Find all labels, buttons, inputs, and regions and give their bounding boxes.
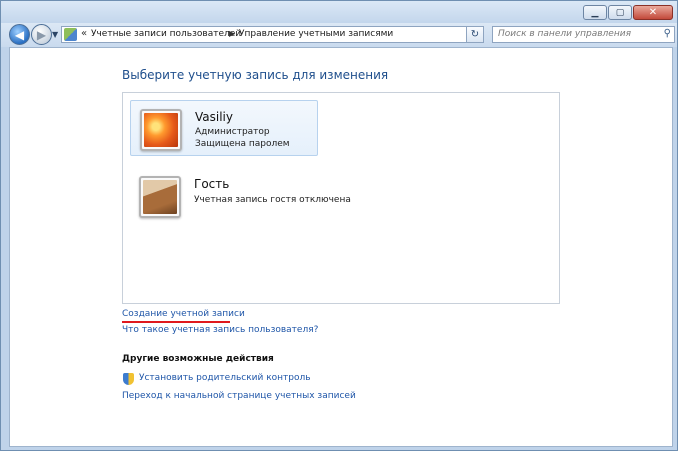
- close-icon: ✕: [648, 7, 658, 18]
- navigation-bar: ◀ ▶ ▼ « Учетные записи пользователей ▶ У…: [1, 23, 677, 47]
- account-role: Администратор: [195, 127, 270, 137]
- what-is-account-link[interactable]: Что такое учетная запись пользователя?: [122, 325, 318, 335]
- account-status: Защищена паролем: [195, 139, 290, 149]
- breadcrumb-overflow-icon[interactable]: «: [81, 28, 87, 39]
- parental-control-link[interactable]: Установить родительский контроль: [139, 373, 311, 383]
- window-controls: ▁ ▢ ✕: [583, 5, 673, 20]
- highlight-underline: [122, 321, 230, 323]
- accounts-home-link[interactable]: Переход к начальной странице учетных зап…: [122, 391, 356, 401]
- refresh-button[interactable]: ↻: [466, 26, 484, 43]
- accounts-list: Vasiliy Администратор Защищена паролем Г…: [122, 92, 560, 304]
- account-tile-guest[interactable]: Гость Учетная запись гостя отключена: [130, 168, 351, 224]
- back-button[interactable]: ◀: [9, 24, 30, 45]
- close-button[interactable]: ✕: [633, 5, 673, 20]
- create-account-link[interactable]: Создание учетной записи: [122, 309, 245, 319]
- breadcrumb-user-accounts[interactable]: Учетные записи пользователей: [91, 29, 241, 39]
- account-tile-vasiliy[interactable]: Vasiliy Администратор Защищена паролем: [130, 100, 318, 156]
- uac-shield-icon: [123, 373, 134, 385]
- back-arrow-icon: ◀: [14, 27, 25, 42]
- title-bar[interactable]: ▁ ▢ ✕: [1, 1, 677, 23]
- refresh-icon: ↻: [470, 29, 480, 40]
- forward-button[interactable]: ▶: [31, 24, 52, 45]
- guest-briefcase-avatar-icon: [139, 176, 181, 218]
- main-content: Выберите учетную запись для изменения Va…: [9, 47, 673, 447]
- search-input[interactable]: Поиск в панели управления: [498, 29, 631, 39]
- search-icon[interactable]: ⚲: [664, 28, 671, 39]
- account-name: Vasiliy: [195, 110, 233, 124]
- breadcrumb-separator-icon[interactable]: ▶: [229, 29, 235, 38]
- control-panel-window: ▁ ▢ ✕ ◀ ▶ ▼ « Учетные записи пользовател…: [0, 0, 678, 451]
- forward-arrow-icon: ▶: [36, 27, 47, 42]
- account-name: Гость: [194, 177, 230, 191]
- flower-avatar-icon: [140, 109, 182, 151]
- minimize-button[interactable]: ▁: [583, 5, 607, 20]
- address-bar[interactable]: « Учетные записи пользователей ▶ Управле…: [61, 26, 484, 43]
- page-title: Выберите учетную запись для изменения: [122, 68, 389, 82]
- other-actions-heading: Другие возможные действия: [122, 354, 274, 364]
- control-panel-icon: [64, 28, 77, 41]
- recent-pages-dropdown-icon[interactable]: ▼: [52, 30, 58, 39]
- search-box[interactable]: Поиск в панели управления ⚲: [492, 26, 675, 43]
- account-status: Учетная запись гостя отключена: [194, 195, 351, 205]
- maximize-button[interactable]: ▢: [608, 5, 632, 20]
- breadcrumb-manage-accounts[interactable]: Управление учетными записями: [239, 29, 393, 39]
- maximize-icon: ▢: [615, 7, 625, 18]
- minimize-icon: ▁: [591, 7, 599, 18]
